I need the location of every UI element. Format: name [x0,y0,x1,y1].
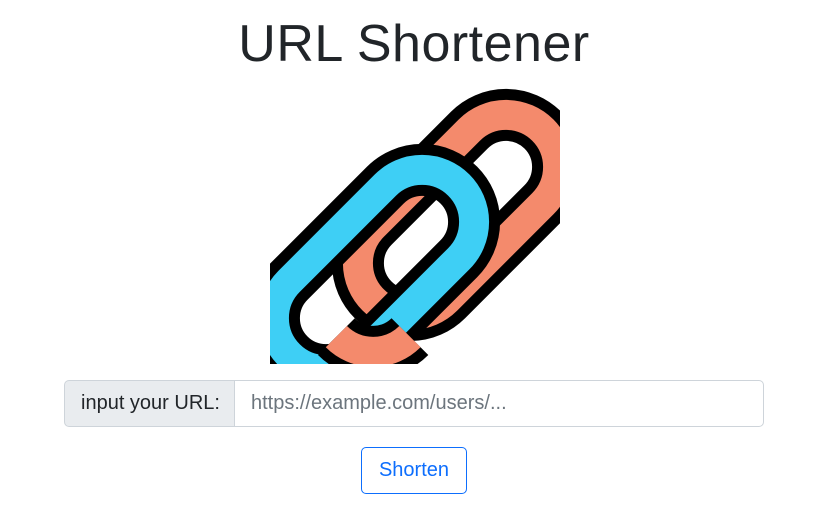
url-input-group: input your URL: [64,380,764,427]
page-title: URL Shortener [238,15,590,73]
page: URL Shortener input your URL: Shorten [0,0,828,520]
url-input-label: input your URL: [64,380,235,427]
url-input[interactable] [233,380,764,427]
chain-link-icon [270,88,560,364]
shorten-button[interactable]: Shorten [361,447,467,494]
